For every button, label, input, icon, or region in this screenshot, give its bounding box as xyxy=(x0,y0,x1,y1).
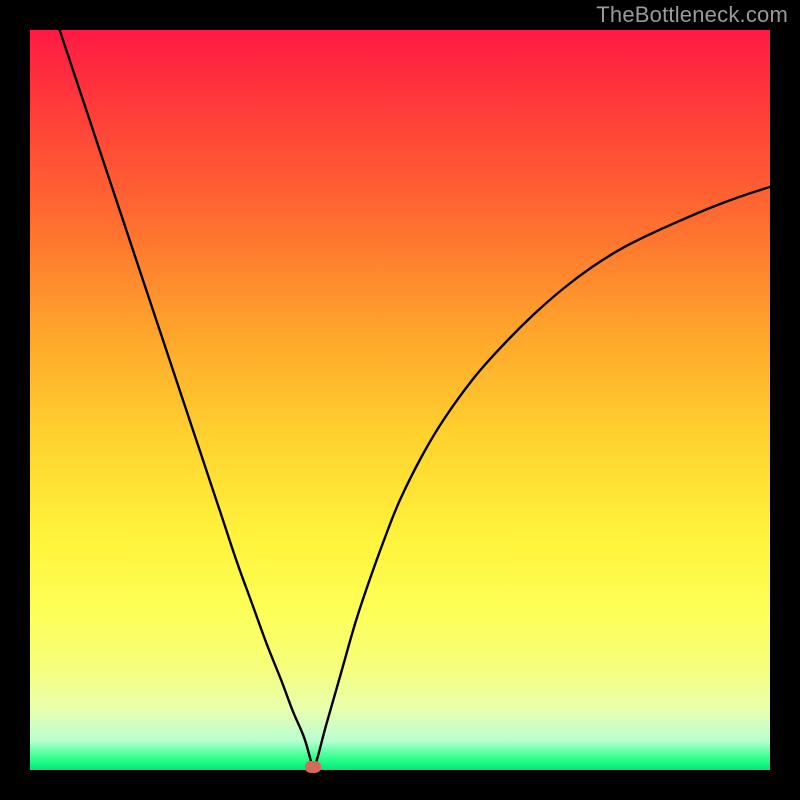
watermark-text: TheBottleneck.com xyxy=(596,2,788,28)
chart-frame: TheBottleneck.com xyxy=(0,0,800,800)
minimum-marker xyxy=(305,761,321,773)
bottleneck-curve xyxy=(30,30,770,770)
plot-area xyxy=(30,30,770,770)
